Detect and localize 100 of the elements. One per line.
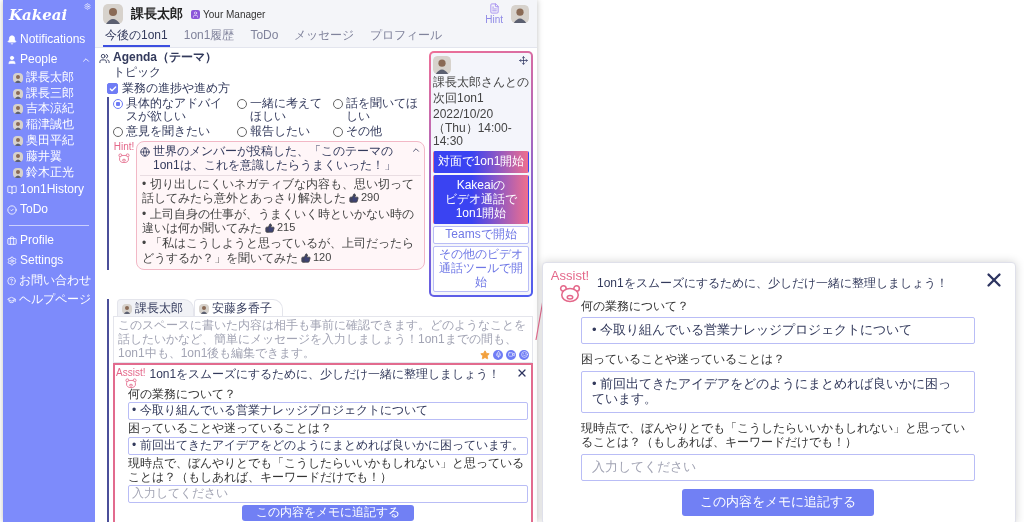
hint-title: 世界のメンバーが投稿した、「このテーマの1on1は、これを意識したらうまくいった！」 — [153, 145, 397, 173]
sidebar-item[interactable]: 1on1History — [7, 181, 91, 200]
avatar — [13, 72, 23, 83]
person-icon — [7, 54, 17, 65]
mascot-icon — [124, 378, 137, 389]
thumbs-up-icon[interactable] — [349, 192, 359, 203]
book-icon — [7, 185, 17, 196]
like-count: 215 — [277, 221, 296, 234]
start-button[interactable]: その他のビデオ通話ツールで開始 — [433, 246, 529, 292]
answer-field[interactable]: • 今取り組んでいる営業ナレッジプロジェクトについて — [128, 402, 528, 421]
assist-label: Assist! — [550, 269, 590, 284]
settings-icon — [7, 255, 17, 266]
agenda-heading: Agenda（テーマ） — [113, 51, 217, 66]
person-item[interactable]: 鈴木正光 — [7, 165, 91, 180]
move-icon[interactable] — [519, 56, 528, 66]
people-icon — [99, 52, 110, 64]
tab[interactable]: ToDo — [248, 26, 281, 48]
tab[interactable]: 今後の1on1 — [103, 26, 170, 48]
avatar — [13, 151, 23, 162]
question-label: 困っていることや迷っていることは？ — [128, 422, 333, 436]
answer-field[interactable]: 入力してください — [581, 453, 975, 481]
question-label: 現時点で、ぼんやりとでも「こうしたらいいかもしれない」と思っていることは？（もしあれば、キーワードだけでも！） — [581, 422, 966, 450]
hint-button[interactable]: Hint — [485, 3, 503, 26]
person-item[interactable]: 藤井翼 — [7, 149, 91, 164]
question-label: 現時点で、ぼんやりとでも「こうしたらいいかもしれない」と思っていることは？（もしあれば、キーワードだけでも！） — [128, 456, 525, 485]
radio-option[interactable]: 話を聞いてほしい — [332, 96, 425, 125]
mascot-icon — [559, 283, 581, 303]
document-icon — [488, 3, 500, 14]
graduation-cap-icon — [7, 295, 16, 306]
question-label: 困っていることや迷っていることは？ — [581, 353, 786, 368]
topic-label: トピック — [112, 66, 162, 80]
memo-tab[interactable]: 安藤多香子 — [194, 298, 283, 317]
radio-option[interactable]: その他 — [332, 125, 425, 140]
avatar — [13, 167, 23, 178]
sidebar-item[interactable]: Notifications — [7, 31, 91, 50]
person-item[interactable]: 奥田平紀 — [7, 134, 91, 148]
memo-tab[interactable]: 課長太郎 — [117, 298, 194, 317]
memo-field[interactable]: このスペースに書いた内容は相手も事前に確認できます。どのようなことを話したいかなど、簡単にメッセージを入力しましょう！1on1までの間も、1on1中も、1on1後も編集できます。 — [113, 316, 533, 363]
person-item[interactable]: 稲津誠也 — [7, 118, 91, 133]
meeting-with: 課長太郎さんとの — [433, 76, 529, 91]
role-label: Your Manager — [203, 8, 266, 20]
meeting-datetime: 2022/10/20（Thu）14:00-14:30 — [433, 107, 513, 150]
add-to-memo-button[interactable]: この内容をメモに追記する — [242, 505, 414, 521]
avatar — [13, 120, 23, 131]
tab[interactable]: プロフィール — [368, 26, 445, 48]
person-item[interactable]: 課長三郎 — [7, 86, 91, 101]
tab[interactable]: 1on1履歴 — [181, 26, 237, 48]
radio-option[interactable]: 具体的なアドバイスが欲しい — [113, 96, 233, 125]
user-name: 課長太郎 — [131, 6, 183, 22]
help-icon — [7, 275, 16, 286]
assist-label: Assist! — [116, 366, 146, 379]
answer-field[interactable]: 入力してください — [128, 485, 528, 504]
star-icon[interactable] — [480, 349, 490, 360]
like-count: 290 — [361, 191, 380, 205]
check-circle-icon — [7, 205, 17, 216]
sidebar-item[interactable]: People — [7, 51, 91, 69]
start-button[interactable]: 対面で1on1開始 — [433, 151, 529, 174]
topic-checkbox[interactable]: 業務の進捗や進め方 — [99, 81, 425, 96]
avatar — [103, 4, 123, 25]
assist-title: 1on1をスムーズにするために、少しだけ一緒に整理しましょう！ — [597, 277, 949, 291]
thumbs-up-icon[interactable] — [301, 252, 311, 263]
answer-field[interactable]: • 前回出てきたアイデアをどのようにまとめれば良いかに困っています。 — [128, 436, 528, 455]
smiley-icon[interactable] — [519, 349, 529, 360]
video-icon[interactable] — [506, 349, 516, 360]
add-to-memo-button[interactable]: この内容をメモに追記する — [682, 488, 874, 516]
answer-field[interactable]: • 今取り組んでいる営業ナレッジプロジェクトについて — [581, 317, 975, 345]
like-count: 120 — [313, 251, 332, 264]
person-item[interactable]: 課長太郎 — [7, 70, 91, 85]
bell-icon — [7, 35, 17, 46]
mascot-icon — [118, 152, 130, 163]
sidebar-item[interactable]: お問い合わせ — [7, 271, 91, 290]
avatar — [511, 5, 529, 24]
question-label: 何の業務について？ — [128, 387, 237, 402]
globe-icon — [140, 147, 150, 158]
avatar — [433, 56, 451, 75]
start-button[interactable]: Teamsで開始 — [433, 226, 529, 245]
meeting-label: 次回1on1 — [433, 92, 485, 106]
microphone-icon[interactable] — [493, 349, 503, 360]
hint-tip: • 「私はこうしようと思っているが、上司だったらどうするか？」を聞いてみた 120 — [142, 237, 415, 267]
hint-label: Hint! — [113, 141, 135, 153]
radio-option[interactable]: 一緒に考えてほしい — [236, 96, 329, 125]
hint-tip: • 切り出しにくいネガティブな内容も、思い切って話してみたら意外とあっさり解決した 290 — [142, 177, 415, 207]
sidebar-item[interactable]: Settings — [7, 251, 91, 270]
avatar — [13, 135, 23, 146]
thumbs-up-icon[interactable] — [265, 222, 275, 233]
briefcase-icon — [7, 235, 17, 246]
person-item[interactable]: 吉本涼紀 — [7, 102, 91, 117]
sidebar-item[interactable]: Profile — [7, 232, 91, 250]
radio-option[interactable]: 報告したい — [236, 125, 329, 140]
question-label: 何の業務について？ — [581, 299, 690, 314]
sidebar-item[interactable]: ToDo — [7, 201, 91, 219]
start-button[interactable]: Kakeaiの ビデオ通話で1on1開始 — [433, 175, 529, 225]
answer-field[interactable]: • 前回出てきたアイデアをどのようにまとめれば良いかに困っています。 — [581, 371, 975, 414]
sidebar-item[interactable]: ヘルプページ — [7, 291, 91, 310]
check-icon — [108, 84, 117, 93]
avatar — [122, 303, 132, 314]
tab[interactable]: メッセージ — [292, 26, 357, 48]
radio-option[interactable]: 意見を聞きたい — [113, 125, 233, 140]
avatar — [13, 104, 23, 115]
avatar — [13, 88, 23, 99]
